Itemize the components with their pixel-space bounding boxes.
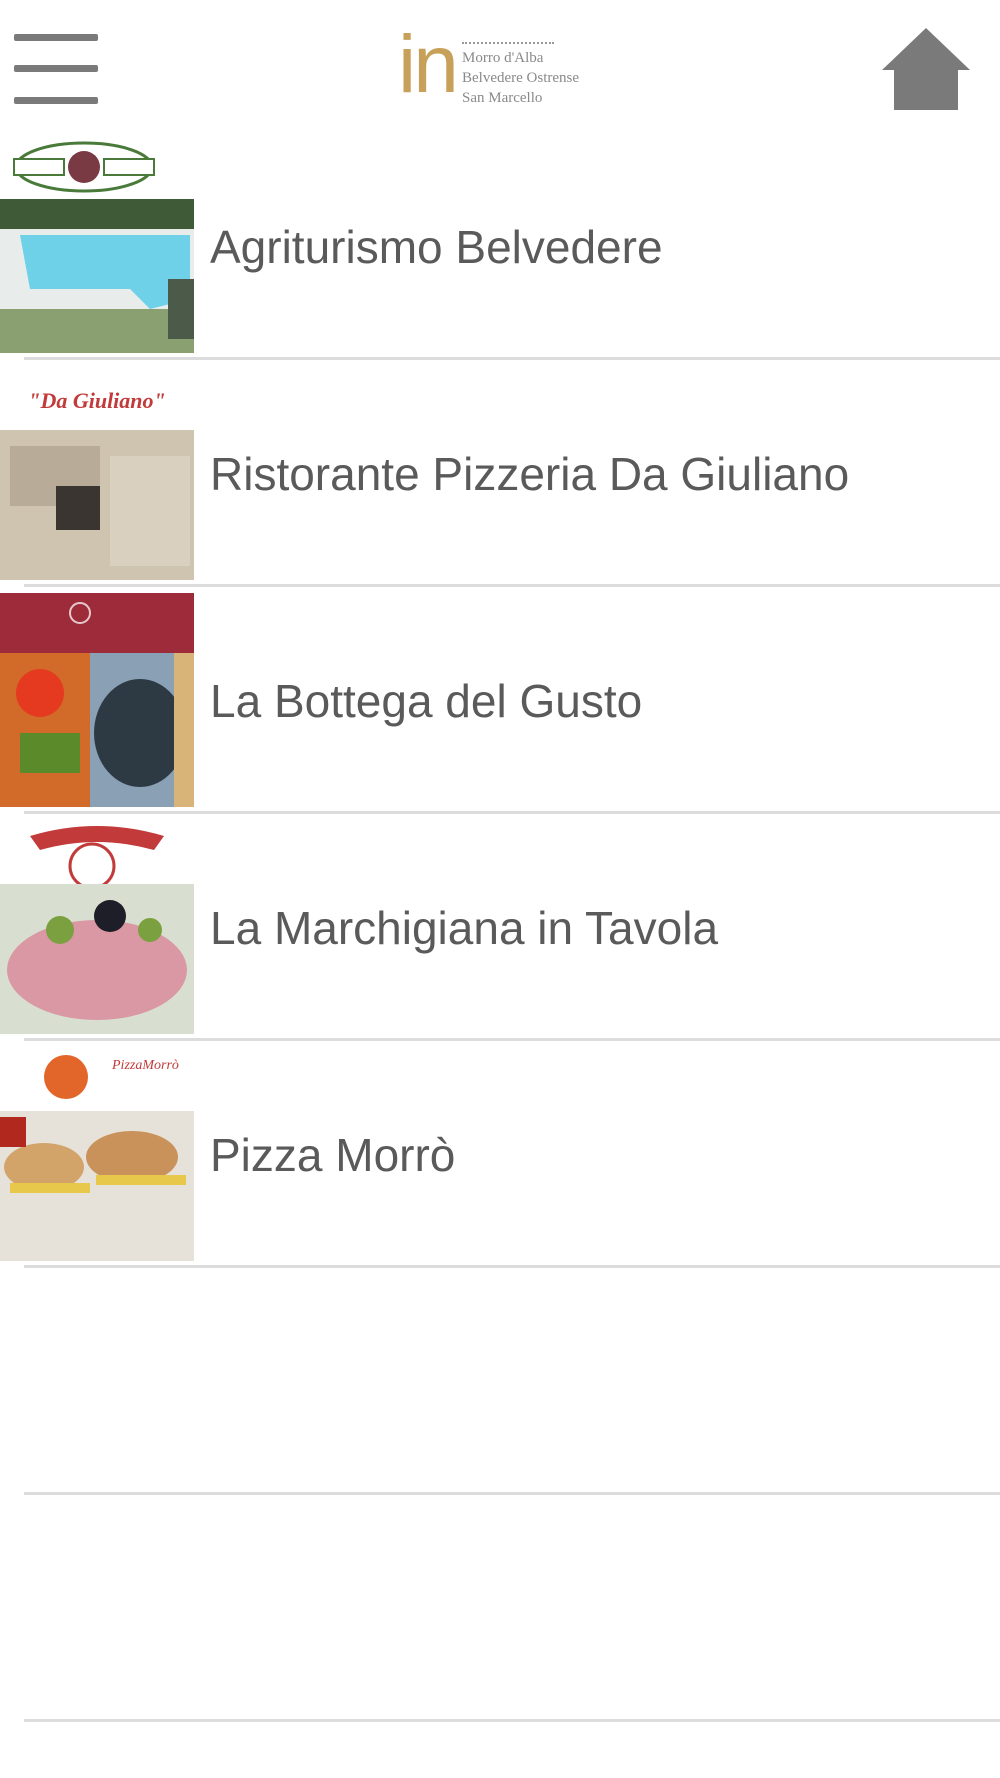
thumbnail-pizza-morro: PizzaMorrò <box>0 1047 194 1261</box>
home-icon[interactable] <box>880 26 972 112</box>
app-logo: in Morro d'Alba Belvedere Ostrense San M… <box>398 24 598 118</box>
list-item-label: Pizza Morrò <box>210 1128 456 1181</box>
menu-bar-bottom <box>14 97 98 104</box>
restaurant-list: Agriturismo Belvedere "Da Giuliano" Rist… <box>0 133 1000 1722</box>
thumbnail-pool <box>0 139 194 353</box>
list-item-label: La Marchigiana in Tavola <box>210 901 719 954</box>
list-item-label: La Bottega del Gusto <box>210 674 643 727</box>
logo-text: Morro d'Alba Belvedere Ostrense San Marc… <box>462 48 602 108</box>
logo-dots <box>462 42 554 44</box>
empty-list-row <box>0 1268 1000 1495</box>
list-item-label: Agriturismo Belvedere <box>210 220 663 273</box>
list-item-marchigiana-in-tavola[interactable]: La Marchigiana in Tavola <box>0 814 1000 1041</box>
list-item-label: Ristorante Pizzeria Da Giuliano <box>210 447 850 500</box>
home-icon-graphic <box>882 28 970 110</box>
list-item-da-giuliano[interactable]: "Da Giuliano" Ristorante Pizzeria Da Giu… <box>0 360 1000 587</box>
list-item-pizza-morro[interactable]: PizzaMorrò Pizza Morrò <box>0 1041 1000 1268</box>
hamburger-menu-icon[interactable] <box>14 34 98 106</box>
thumbnail-marchigiana <box>0 820 194 1034</box>
thumb-title: PizzaMorrò <box>111 1058 179 1073</box>
menu-bar-top <box>14 34 98 41</box>
empty-list-row <box>0 1495 1000 1722</box>
row-separator <box>24 1719 1000 1722</box>
app-header: in Morro d'Alba Belvedere Ostrense San M… <box>0 0 1000 133</box>
logo-line: Morro d'Alba <box>462 50 544 66</box>
logo-line: Belvedere Ostrense <box>462 70 580 86</box>
thumbnail-pizzeria: "Da Giuliano" <box>0 366 194 580</box>
logo-line: San Marcello <box>462 90 543 106</box>
thumbnail-bottega <box>0 593 194 807</box>
thumb-title: "Da Giuliano" <box>28 388 166 413</box>
logo-mark: in <box>398 19 459 110</box>
menu-bar-middle <box>14 65 98 72</box>
list-item-agriturismo-belvedere[interactable]: Agriturismo Belvedere <box>0 133 1000 360</box>
list-item-bottega-del-gusto[interactable]: La Bottega del Gusto <box>0 587 1000 814</box>
